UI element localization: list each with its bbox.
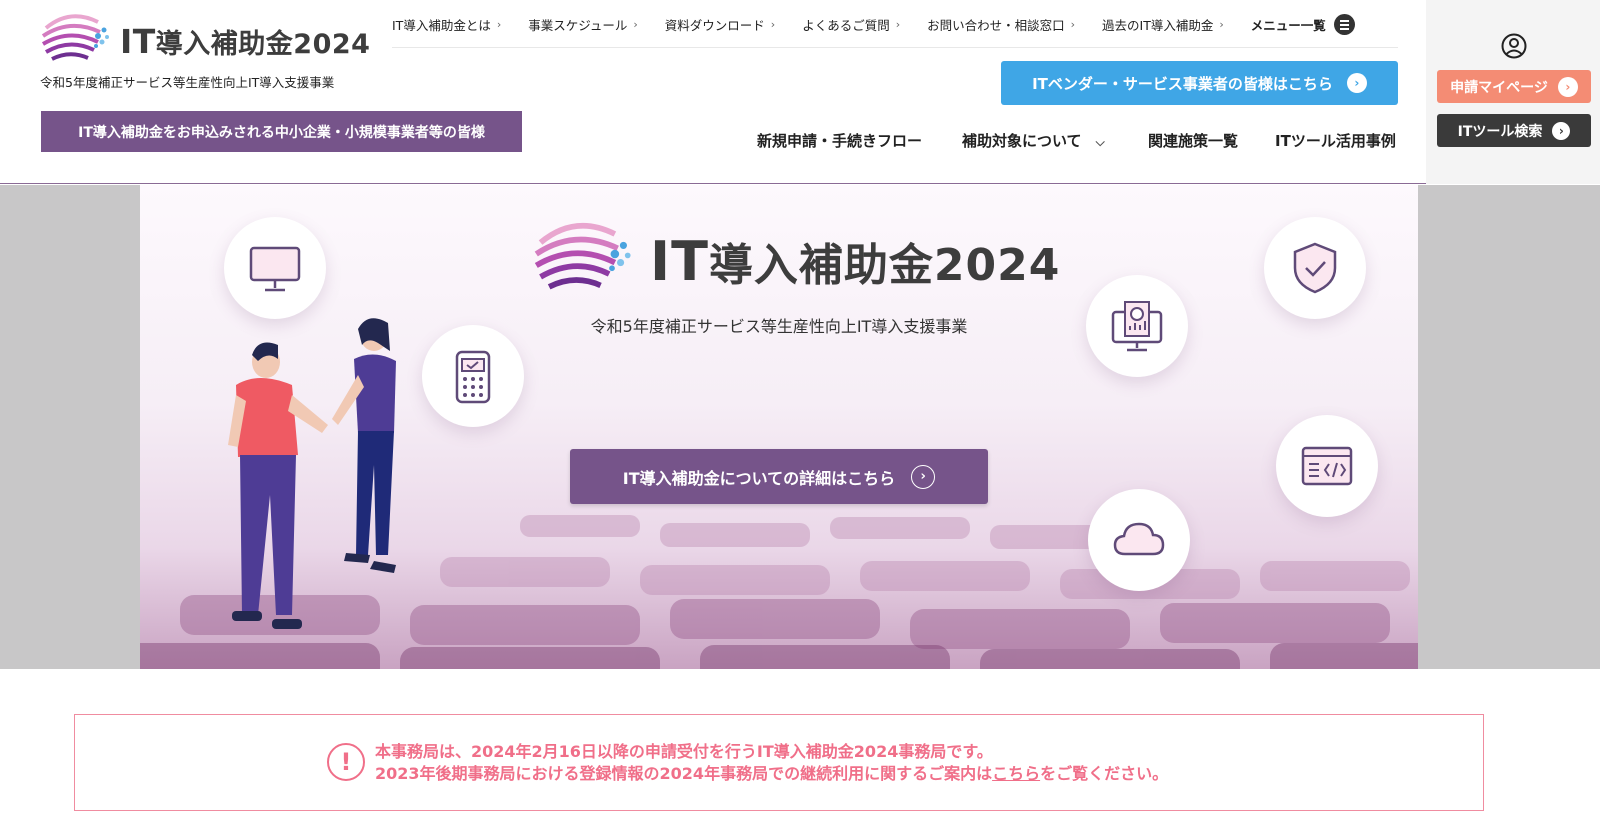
code-bubble [1276, 415, 1378, 517]
mypage-button[interactable]: 申請マイページ › [1437, 70, 1591, 103]
shield-bubble [1264, 217, 1366, 319]
chevron-right-icon: › [1552, 121, 1571, 140]
logo-globe-icon [534, 222, 631, 290]
chevron-right-icon: › [911, 464, 936, 489]
brand-logo[interactable]: IT導入補助金2024 令和5年度補正サービス等生産性向上IT導入支援事業 [40, 6, 370, 90]
cloud-icon [1113, 522, 1165, 556]
menu-all-button[interactable]: メニュー一覧 [1251, 14, 1355, 35]
chevron-down-icon: ⌵ [1095, 135, 1105, 149]
hero-details-button[interactable]: IT導入補助金についての詳細はこちら › [570, 449, 988, 504]
chevron-right-icon: › [770, 18, 776, 31]
exclamation-icon: ! [327, 743, 365, 781]
chevron-right-icon: › [895, 18, 901, 31]
notice-link[interactable]: こちら [992, 764, 1040, 783]
topnav-past[interactable]: 過去のIT導入補助金 › [1102, 15, 1224, 34]
vendor-button[interactable]: ITベンダー・サービス事業者の皆様はこちら › [1001, 61, 1398, 105]
mainnav-flow[interactable]: 新規申請・手続きフロー [757, 130, 922, 151]
audience-badge[interactable]: IT導入補助金をお申込みされる中小企業・小規模事業者等の皆様 [41, 111, 522, 152]
terminal-bubble [422, 325, 524, 427]
chevron-right-icon: › [1557, 76, 1578, 97]
cloud-bubble [1088, 489, 1190, 591]
mainnav-policies[interactable]: 関連施策一覧 [1148, 130, 1238, 151]
mainnav-target[interactable]: 補助対象について ⌵ [962, 130, 1105, 151]
mainnav-cases[interactable]: ITツール活用事例 [1275, 130, 1396, 151]
side-panel: 申請マイページ › ITツール検索 › [1426, 0, 1600, 184]
notice-box: ! 本事務局は、2024年2月16日以降の申請受付を行うIT導入補助金2024事… [74, 714, 1484, 811]
topnav-about[interactable]: IT導入補助金とは › [392, 15, 501, 34]
chevron-right-icon: › [633, 18, 638, 31]
monitor-icon [249, 246, 301, 292]
topnav-downloads[interactable]: 資料ダウンロード › [665, 15, 775, 34]
hamburger-icon [1333, 14, 1355, 35]
chevron-right-icon: › [1070, 18, 1076, 31]
top-nav: IT導入補助金とは › 事業スケジュール › 資料ダウンロード › よくあるご質問 › … [392, 8, 1398, 48]
hero-title: IT導入補助金2024 [650, 230, 1061, 293]
chevron-right-icon: › [496, 18, 502, 31]
topnav-schedule[interactable]: 事業スケジュール › [528, 15, 638, 34]
hero-logo: IT導入補助金2024 [532, 209, 1059, 299]
logo-globe-icon [41, 14, 109, 61]
yen-monitor-icon [1111, 301, 1163, 352]
brand-subtitle: 令和5年度補正サービス等生産性向上IT導入支援事業 [40, 75, 335, 90]
shield-check-icon [1293, 242, 1337, 294]
topnav-contact[interactable]: お問い合わせ・相談窓口 › [927, 15, 1075, 34]
monitor-bubble [224, 217, 326, 319]
payment-terminal-icon [455, 350, 491, 404]
chevron-right-icon: › [1346, 73, 1367, 93]
site-header: IT導入補助金2024 令和5年度補正サービス等生産性向上IT導入支援事業 IT… [0, 0, 1600, 184]
notice-text: 本事務局は、2024年2月16日以降の申請受付を行うIT導入補助金2024事務局… [375, 742, 1169, 783]
brand-title: IT導入補助金2024 [120, 22, 371, 61]
people-handshake-illustration [228, 318, 396, 629]
user-circle-icon[interactable] [1501, 33, 1527, 59]
topnav-faq[interactable]: よくあるご質問 › [802, 15, 900, 34]
code-window-icon [1301, 446, 1353, 486]
yen-monitor-bubble [1086, 275, 1188, 377]
tool-search-button[interactable]: ITツール検索 › [1437, 114, 1591, 147]
chevron-right-icon: › [1219, 18, 1224, 31]
hero-banner: IT導入補助金2024 令和5年度補正サービス等生産性向上IT導入支援事業 IT… [140, 185, 1418, 669]
